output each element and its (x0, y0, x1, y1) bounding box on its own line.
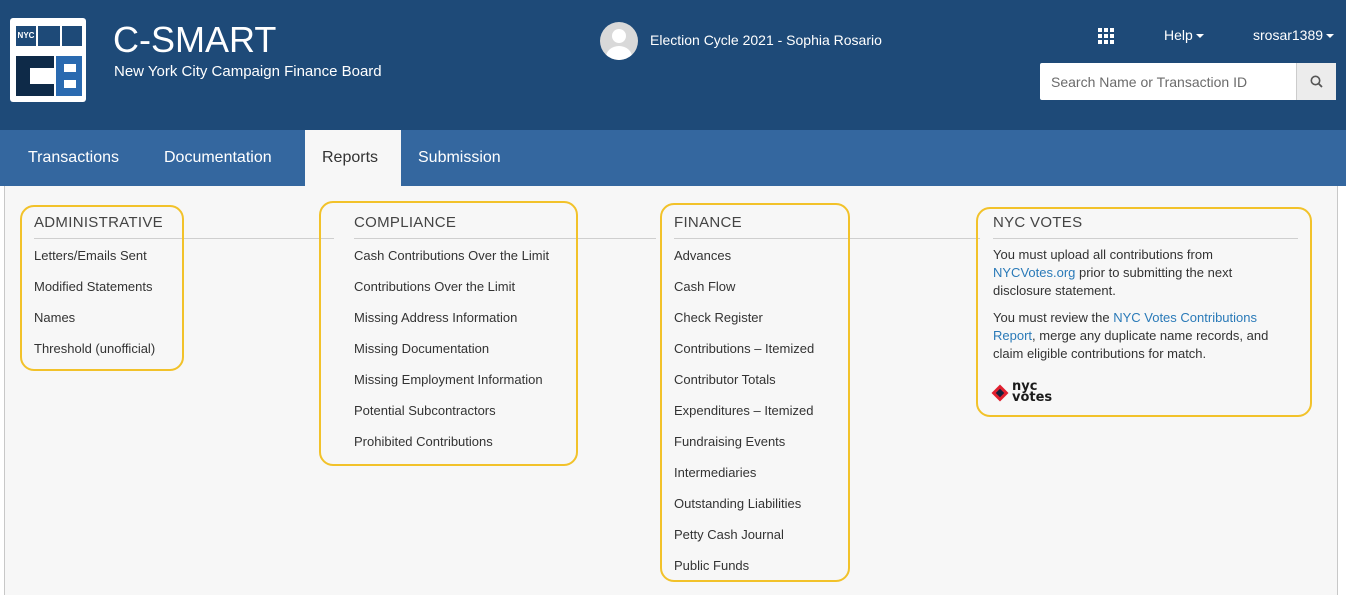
tab-documentation[interactable]: Documentation (164, 130, 272, 186)
app-subtitle: New York City Campaign Finance Board (114, 63, 382, 80)
caret-down-icon (1195, 34, 1204, 39)
highlight-box (20, 205, 184, 371)
logo-nyc-label: NYC (16, 26, 36, 46)
tab-transactions[interactable]: Transactions (28, 130, 119, 186)
highlight-box (660, 203, 850, 582)
search-box (1040, 63, 1336, 100)
tab-submission[interactable]: Submission (418, 130, 501, 186)
tab-reports[interactable]: Reports (305, 130, 401, 186)
cfb-logo[interactable]: NYC (10, 18, 86, 102)
user-label: srosar1389 (1253, 27, 1324, 43)
highlight-box (319, 201, 578, 466)
search-button[interactable] (1296, 63, 1336, 100)
election-cycle-text: Election Cycle 2021 - Sophia Rosario (650, 32, 882, 48)
app-header: NYC C-SMART New York City Campaign Finan… (0, 0, 1346, 130)
caret-down-icon (1326, 34, 1335, 39)
highlight-box (976, 207, 1312, 417)
search-icon (1310, 75, 1323, 88)
apps-grid-icon[interactable] (1098, 28, 1114, 44)
user-menu[interactable]: srosar1389 (1253, 27, 1335, 43)
help-menu[interactable]: Help (1164, 27, 1204, 43)
search-input[interactable] (1040, 63, 1296, 100)
app-title: C-SMART (113, 19, 277, 60)
avatar-icon[interactable] (600, 22, 638, 60)
help-label: Help (1164, 27, 1193, 43)
main-nav: Transactions Documentation Reports Submi… (0, 130, 1346, 186)
